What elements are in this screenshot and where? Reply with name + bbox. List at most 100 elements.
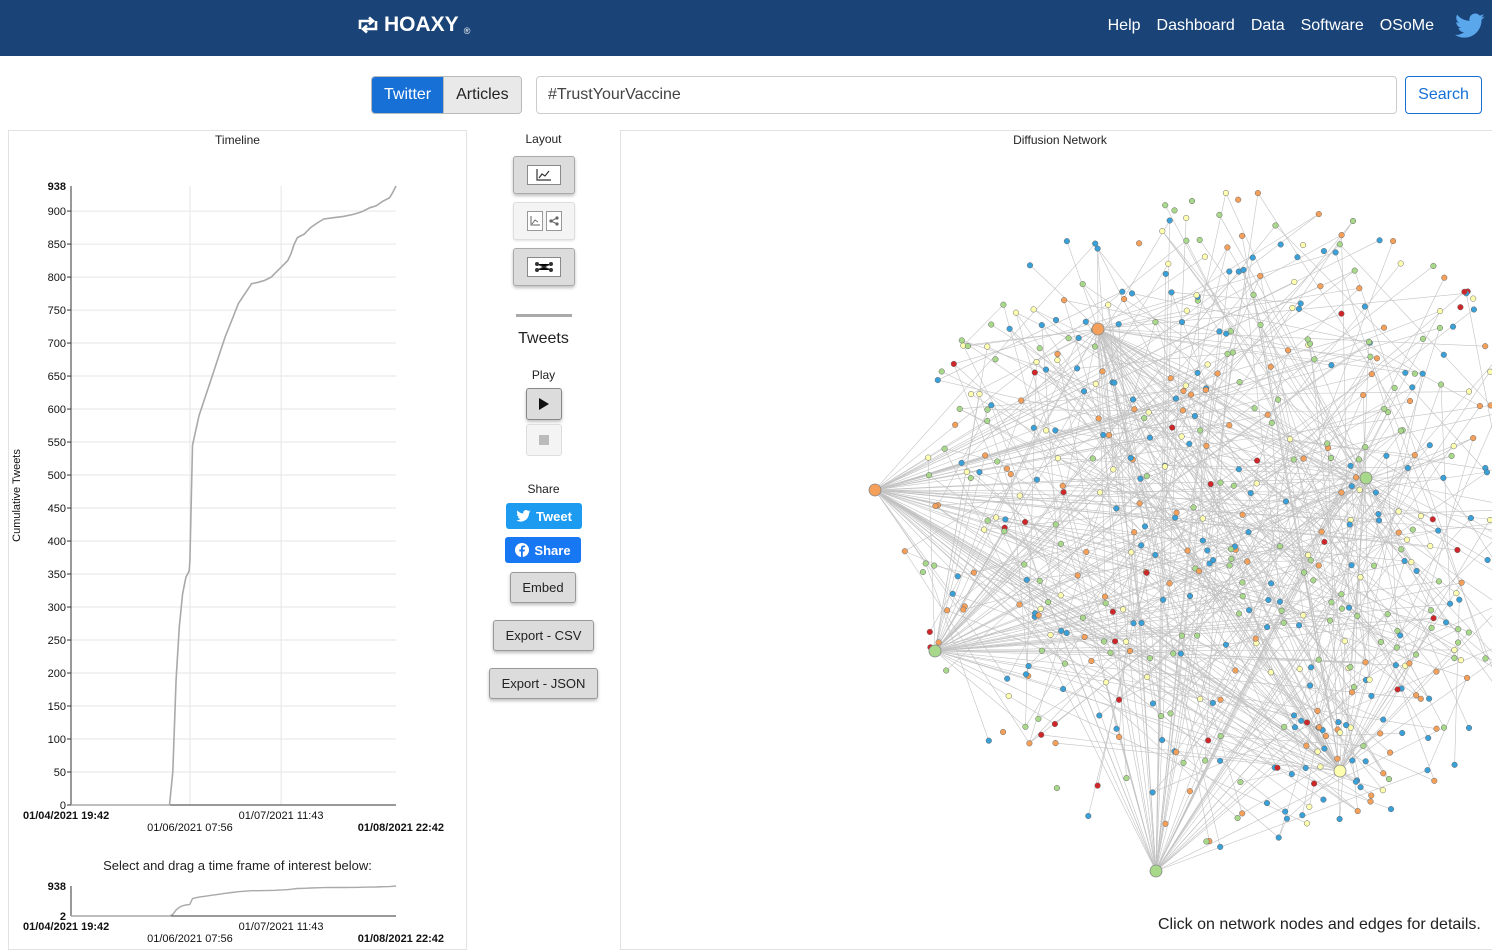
network-node: [1380, 717, 1386, 723]
network-node: [1323, 733, 1329, 739]
network-node: [1130, 397, 1136, 403]
y-tick-label: 500: [48, 470, 66, 482]
network-node: [1483, 656, 1489, 662]
network-node: [1217, 212, 1223, 218]
network-node: [1252, 406, 1258, 412]
network-node: [1428, 607, 1434, 613]
network-node: [1464, 675, 1470, 681]
x-tick-label: 01/07/2021 11:43: [239, 810, 324, 822]
stop-button[interactable]: [526, 424, 562, 456]
network-node: [1363, 444, 1369, 450]
nav-software-link[interactable]: Software: [1301, 17, 1364, 35]
network-node: [1301, 570, 1307, 576]
network-graph[interactable]: [621, 151, 1492, 941]
top-navbar: HOAXY® Help Dashboard Data Software OSoM…: [0, 0, 1492, 56]
network-node: [1173, 749, 1179, 755]
embed-button[interactable]: Embed: [510, 572, 576, 603]
network-node: [1116, 734, 1122, 740]
network-node: [1449, 453, 1455, 459]
network-edge: [1455, 600, 1460, 765]
network-node: [1153, 319, 1159, 325]
network-node: [1146, 410, 1152, 416]
network-node: [1367, 677, 1373, 683]
layout-network-button[interactable]: [513, 248, 575, 286]
network-node: [1398, 428, 1404, 434]
brush-x-tick-label: 01/07/2021 11:43: [239, 921, 324, 933]
network-node: [1108, 650, 1114, 656]
network-node: [1147, 435, 1153, 441]
network-node: [1183, 383, 1189, 389]
network-node: [1357, 285, 1363, 291]
play-button[interactable]: [526, 388, 562, 420]
cumulative-tweets-chart[interactable]: 0501001502002503003504004505005506006507…: [9, 171, 466, 881]
network-node: [1348, 664, 1354, 670]
twitter-bird-icon[interactable]: [1455, 13, 1485, 39]
layout-split-button[interactable]: [513, 202, 575, 240]
network-node: [1395, 687, 1401, 693]
nav-data-link[interactable]: Data: [1251, 17, 1285, 35]
network-node: [1174, 510, 1180, 516]
network-node: [1034, 477, 1040, 483]
tab-twitter[interactable]: Twitter: [372, 77, 443, 113]
network-node: [1127, 648, 1133, 654]
network-node: [1215, 371, 1221, 377]
x-tick-label: 01/04/2021 19:42: [23, 810, 109, 822]
network-edge: [963, 305, 1003, 346]
network-node: [1418, 696, 1424, 702]
network-node: [1376, 511, 1382, 517]
network-hub-node: [869, 484, 881, 496]
network-node: [1043, 428, 1049, 434]
network-node: [1251, 292, 1257, 298]
nav-osome-link[interactable]: OSoMe: [1380, 17, 1434, 35]
network-node: [1387, 750, 1393, 756]
y-tick-label: 350: [48, 569, 66, 581]
network-node: [1045, 599, 1051, 605]
network-node: [1296, 306, 1302, 312]
network-node: [1129, 291, 1135, 297]
network-node: [1123, 639, 1129, 645]
network-node: [1392, 385, 1398, 391]
network-node: [1053, 522, 1059, 528]
network-node: [1225, 245, 1231, 251]
facebook-share-button[interactable]: Share: [505, 537, 581, 563]
network-node: [1442, 275, 1448, 281]
nav-dashboard-link[interactable]: Dashboard: [1157, 17, 1235, 35]
network-node: [1420, 371, 1426, 377]
export-json-button[interactable]: Export - JSON: [489, 668, 598, 699]
network-node: [1452, 655, 1458, 661]
network-node: [1308, 665, 1314, 671]
network-node: [1105, 302, 1111, 308]
network-node: [1322, 539, 1328, 545]
tweet-share-button[interactable]: Tweet: [506, 503, 582, 529]
network-node: [1381, 771, 1387, 777]
hoaxy-logo[interactable]: HOAXY®: [356, 13, 470, 37]
nav-help-link[interactable]: Help: [1108, 17, 1141, 35]
network-node: [986, 738, 992, 744]
network-node: [1265, 412, 1271, 418]
network-node: [985, 407, 991, 413]
network-edge: [1156, 770, 1428, 871]
timeline-panel: Timeline 0501001502002503003504004505005…: [8, 130, 467, 950]
network-node: [965, 343, 971, 349]
network-node: [1282, 809, 1288, 815]
time-brush-chart[interactable]: 938201/04/2021 19:4201/06/2021 07:5601/0…: [9, 876, 466, 946]
search-input[interactable]: [536, 76, 1397, 114]
network-node: [1268, 581, 1274, 587]
tab-articles[interactable]: Articles: [443, 77, 520, 113]
network-node: [1179, 434, 1185, 440]
network-node: [1194, 292, 1200, 298]
search-button[interactable]: Search: [1405, 76, 1482, 114]
layout-timeline-button[interactable]: [513, 156, 575, 194]
y-tick-label: 850: [48, 239, 66, 251]
network-node: [1058, 541, 1064, 547]
export-csv-button[interactable]: Export - CSV: [493, 620, 594, 651]
network-node: [1355, 613, 1361, 619]
network-node: [959, 338, 965, 344]
network-node: [1027, 263, 1033, 269]
network-node: [1455, 626, 1461, 632]
network-node: [1203, 387, 1209, 393]
network-node: [1290, 305, 1296, 311]
network-node: [1277, 599, 1283, 605]
network-node: [1169, 290, 1175, 296]
network-node: [993, 515, 999, 521]
